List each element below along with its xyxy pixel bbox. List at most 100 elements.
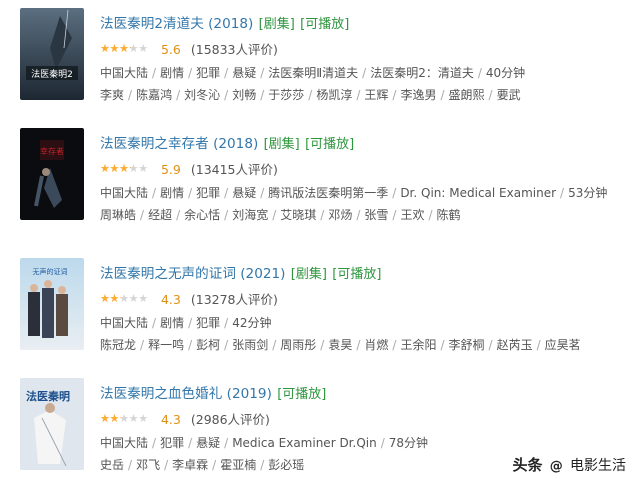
separator: / [272, 208, 277, 222]
tag-series: [剧集] [290, 267, 327, 282]
separator: / [224, 316, 229, 330]
svg-text:法医秦明2: 法医秦明2 [31, 68, 73, 80]
meta-value: 中国大陆 [100, 316, 149, 330]
separator: / [380, 436, 385, 450]
title-link[interactable]: 法医秦明2清道夫 (2018) [100, 16, 253, 32]
meta-value: 彭柯 [196, 338, 221, 352]
tag-playable[interactable]: [可播放] [300, 17, 349, 32]
separator: / [224, 186, 229, 200]
separator: / [188, 66, 193, 80]
meta-value: 邓飞 [136, 458, 161, 472]
meta-value: 王辉 [364, 88, 389, 102]
list-item: 法医秦明 法医秦明之血色婚礼 (2019) [可播放] ★★★★★★★★★★ 4… [0, 378, 640, 498]
separator: / [140, 338, 145, 352]
separator: / [224, 208, 229, 222]
svg-text:幸存者: 幸存者 [40, 146, 64, 156]
separator: / [212, 458, 217, 472]
meta-value: 陈冠龙 [100, 338, 137, 352]
rating-row: ★★★★★★★★★★ 4.3 (2986人评价) [100, 409, 270, 427]
at-icon: @ [549, 459, 563, 474]
meta-value: 中国大陆 [100, 436, 149, 450]
title-row: 法医秦明2清道夫 (2018) [剧集] [可播放] [100, 12, 349, 34]
separator: / [392, 186, 397, 200]
separator: / [392, 88, 397, 102]
meta-value: 刘畅 [232, 88, 257, 102]
separator: / [488, 338, 493, 352]
separator: / [164, 458, 169, 472]
meta-value: 法医秦明2：清道夫 [370, 66, 474, 80]
meta-value: 赵芮玉 [496, 338, 533, 352]
separator: / [260, 66, 265, 80]
meta-value: 周雨彤 [280, 338, 317, 352]
meta-row: 中国大陆 / 剧情 / 犯罪 / 悬疑 / 腾讯版法医秦明第一季 / Dr. Qin: Medica… [100, 184, 607, 202]
meta-value: 周琳皓 [100, 208, 137, 222]
cast-row: 史岳 / 邓飞 / 李卓霖 / 霍亚楠 / 彭必瑶 [100, 456, 304, 474]
svg-text:法医秦明: 法医秦明 [26, 389, 70, 403]
separator: / [260, 186, 265, 200]
meta-value: 于莎莎 [268, 88, 305, 102]
separator: / [356, 208, 361, 222]
tag-series: [剧集] [263, 137, 300, 152]
rating-row: ★★★★★★★★★★ 4.3 (13278人评价) [100, 289, 278, 307]
svg-text:无声的证词: 无声的证词 [33, 267, 68, 276]
meta-value: 余心恬 [184, 208, 221, 222]
meta-value: 王余阳 [400, 338, 437, 352]
title-link[interactable]: 法医秦明之幸存者 (2018) [100, 136, 258, 152]
rating-row: ★★★★★★★★★★ 5.9 (13415人评价) [100, 159, 278, 177]
title-row: 法医秦明之血色婚礼 (2019) [可播放] [100, 382, 326, 404]
separator: / [356, 338, 361, 352]
separator: / [128, 88, 133, 102]
score-value: 4.3 [160, 292, 181, 307]
separator: / [128, 458, 133, 472]
title-link[interactable]: 法医秦明之血色婚礼 (2019) [100, 386, 272, 402]
meta-value: 剧情 [160, 186, 185, 200]
poster-image[interactable]: 法医秦明2 [20, 8, 84, 100]
tag-playable[interactable]: [可播放] [332, 267, 381, 282]
meta-value: 彭必瑶 [268, 458, 305, 472]
meta-value: 李卓霖 [172, 458, 209, 472]
separator: / [488, 88, 493, 102]
rating-row: ★★★★★★★★★★ 5.6 (15833人评价) [100, 39, 278, 57]
separator: / [320, 338, 325, 352]
title-link[interactable]: 法医秦明之无声的证词 (2021) [100, 266, 285, 282]
meta-value: Medica Examiner Dr.Qin [232, 436, 377, 450]
meta-value: 杨凯淳 [316, 88, 353, 102]
separator: / [188, 186, 193, 200]
tag-playable[interactable]: [可播放] [305, 137, 354, 152]
poster-image[interactable]: 幸存者 [20, 128, 84, 220]
meta-value: 应昊茗 [544, 338, 581, 352]
star-rating: ★★★★★★★★★★ [100, 42, 148, 55]
meta-value: 中国大陆 [100, 66, 149, 80]
separator: / [392, 338, 397, 352]
separator: / [428, 208, 433, 222]
poster-image[interactable]: 无声的证词 [20, 258, 84, 350]
meta-value: 释一鸣 [148, 338, 185, 352]
title-row: 法医秦明之幸存者 (2018) [剧集] [可播放] [100, 132, 354, 154]
watermark-brand: 电影生活 [570, 458, 626, 474]
meta-value: 张雪 [364, 208, 389, 222]
meta-value: 袁昊 [328, 338, 353, 352]
meta-value: 犯罪 [160, 436, 185, 450]
meta-value: Dr. Qin: Medical Examiner [400, 186, 557, 200]
meta-value: 犯罪 [196, 186, 221, 200]
meta-value: 犯罪 [196, 66, 221, 80]
poster-image[interactable]: 法医秦明 [20, 378, 84, 470]
meta-value: 陈鹤 [436, 208, 461, 222]
separator: / [356, 88, 361, 102]
list-item: 无声的证词 法医秦明之无声的证词 (2021) [剧集] [可播放] ★★★★★… [0, 258, 640, 378]
separator: / [176, 88, 181, 102]
separator: / [176, 208, 181, 222]
tag-playable[interactable]: [可播放] [277, 387, 326, 402]
separator: / [224, 338, 229, 352]
separator: / [152, 316, 157, 330]
meta-value: 史岳 [100, 458, 125, 472]
list-item: 法医秦明2 法医秦明2清道夫 (2018) [剧集] [可播放] ★★★★★ ★★… [0, 8, 640, 128]
separator: / [362, 66, 367, 80]
meta-value: 刘冬沁 [184, 88, 221, 102]
meta-value: 53分钟 [568, 186, 608, 200]
separator: / [188, 316, 193, 330]
cast-row: 陈冠龙 / 释一鸣 / 彭柯 / 张雨剑 / 周雨彤 / 袁昊 / 肖燃 / 王余阳 / 李舒桐 / 赵芮玉 / 应昊茗 [100, 336, 581, 354]
meta-value: 经超 [148, 208, 173, 222]
meta-value: 王欢 [400, 208, 425, 222]
score-value: 5.6 [160, 42, 181, 57]
